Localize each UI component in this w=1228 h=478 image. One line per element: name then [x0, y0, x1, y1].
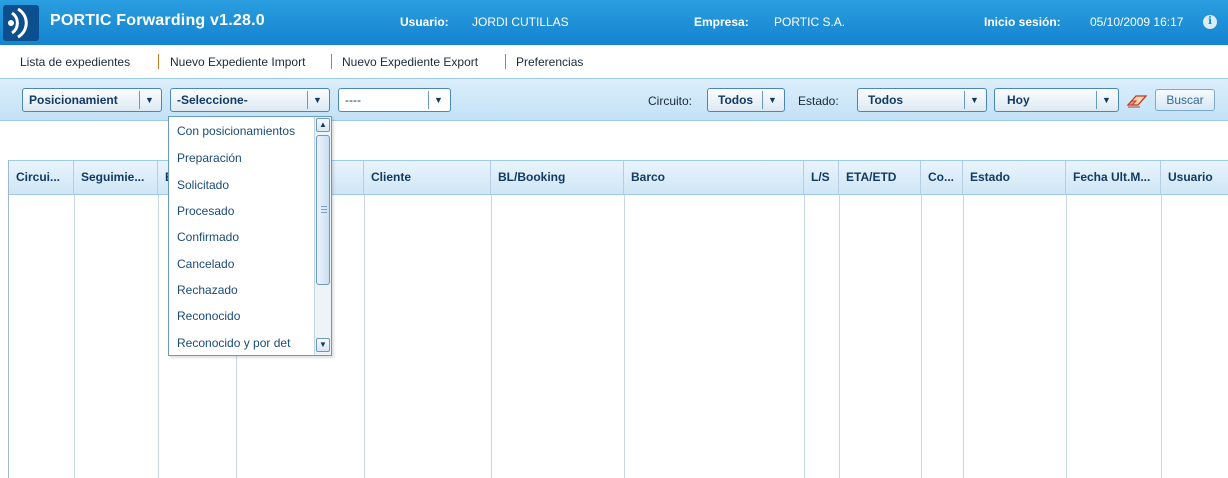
dropdown-option[interactable]: Solicitado — [177, 178, 229, 192]
nav-separator — [331, 54, 332, 69]
col-co[interactable]: Co... — [921, 161, 963, 194]
column-divider — [804, 195, 805, 478]
portic-logo-icon — [3, 5, 39, 41]
third-select-value: ---- — [345, 93, 361, 107]
dropdown-option[interactable]: Con posicionamientos — [177, 124, 295, 138]
circuit-select[interactable]: Todos ▼ — [707, 88, 785, 112]
circuit-label: Circuito: — [648, 94, 693, 108]
session-value: 05/10/2009 16:17 — [1090, 15, 1184, 29]
dropdown-option[interactable]: Procesado — [177, 204, 234, 218]
chevron-down-icon[interactable]: ▼ — [307, 91, 327, 109]
chevron-down-icon[interactable]: ▼ — [428, 91, 448, 109]
app-header: PORTIC Forwarding v1.28.0 Usuario: JORDI… — [0, 0, 1228, 45]
col-eta-etd[interactable]: ETA/ETD — [839, 161, 921, 194]
col-seguimiento[interactable]: Seguimie... — [74, 161, 158, 194]
user-value: JORDI CUTILLAS — [472, 15, 569, 29]
nav-preferencias[interactable]: Preferencias — [516, 55, 583, 69]
nav-nuevo-import[interactable]: Nuevo Expediente Import — [170, 55, 305, 69]
chevron-down-icon[interactable]: ▼ — [1096, 91, 1116, 109]
eraser-icon[interactable] — [1126, 93, 1148, 109]
state-label: Estado: — [798, 94, 839, 108]
date-select[interactable]: Hoy ▼ — [994, 88, 1119, 112]
grip-icon — [321, 206, 327, 213]
status-select[interactable]: -Seleccione- ▼ — [170, 88, 330, 112]
column-divider — [921, 195, 922, 478]
dropdown-option[interactable]: Rechazado — [177, 283, 238, 297]
nav-nuevo-export[interactable]: Nuevo Expediente Export — [342, 55, 478, 69]
col-circuito[interactable]: Circui... — [9, 161, 74, 194]
type-select-value: Posicionamient — [29, 93, 118, 107]
session-label: Inicio sesión: — [984, 15, 1061, 29]
nav-separator — [158, 54, 159, 69]
col-cliente[interactable]: Cliente — [364, 161, 491, 194]
chevron-down-icon[interactable]: ▼ — [139, 91, 159, 109]
date-select-value: Hoy — [1007, 93, 1030, 107]
col-usuario[interactable]: Usuario — [1161, 161, 1228, 194]
col-barco[interactable]: Barco — [624, 161, 804, 194]
chevron-down-icon[interactable]: ▼ — [964, 91, 984, 109]
col-ls[interactable]: L/S — [804, 161, 839, 194]
circuit-select-value: Todos — [718, 93, 754, 107]
filter-bar: Posicionamient ▼ -Seleccione- ▼ ---- ▼ C… — [0, 78, 1228, 121]
column-divider — [364, 195, 365, 478]
dropdown-option[interactable]: Cancelado — [177, 257, 234, 271]
column-divider — [624, 195, 625, 478]
dropdown-option[interactable]: Reconocido — [177, 309, 240, 323]
dropdown-option[interactable]: Reconocido y por det — [177, 336, 311, 350]
dropdown-option[interactable]: Preparación — [177, 151, 242, 165]
nav-lista-expedientes[interactable]: Lista de expedientes — [20, 55, 130, 69]
column-divider — [963, 195, 964, 478]
col-bl-booking[interactable]: BL/Booking — [491, 161, 624, 194]
nav-separator — [505, 54, 506, 69]
scroll-down-icon[interactable]: ▼ — [316, 338, 330, 352]
column-divider — [74, 195, 75, 478]
search-button[interactable]: Buscar — [1155, 89, 1215, 111]
status-dropdown-list: Con posicionamientos Preparación Solicit… — [168, 116, 332, 356]
column-divider — [158, 195, 159, 478]
scroll-up-icon[interactable]: ▲ — [316, 118, 330, 132]
column-divider — [1161, 195, 1162, 478]
company-value: PORTIC S.A. — [774, 15, 846, 29]
column-divider — [491, 195, 492, 478]
chevron-down-icon[interactable]: ▼ — [762, 91, 782, 109]
dropdown-option[interactable]: Confirmado — [177, 230, 239, 244]
user-label: Usuario: — [400, 15, 449, 29]
app-title: PORTIC Forwarding v1.28.0 — [50, 12, 265, 29]
scrollbar-thumb[interactable] — [316, 135, 330, 285]
info-icon[interactable]: i — [1203, 15, 1217, 29]
type-select[interactable]: Posicionamient ▼ — [22, 88, 162, 112]
dropdown-scrollbar[interactable]: ▲ ▼ — [314, 117, 331, 355]
company-label: Empresa: — [694, 15, 749, 29]
state-select[interactable]: Todos ▼ — [857, 88, 987, 112]
state-select-value: Todos — [868, 93, 904, 107]
column-divider — [1066, 195, 1067, 478]
status-select-value: -Seleccione- — [177, 93, 248, 107]
column-divider — [839, 195, 840, 478]
main-nav: Lista de expedientes Nuevo Expediente Im… — [0, 45, 1228, 78]
col-estado[interactable]: Estado — [963, 161, 1066, 194]
third-select[interactable]: ---- ▼ — [338, 88, 451, 112]
col-fecha-ult[interactable]: Fecha Ult.M... — [1066, 161, 1161, 194]
